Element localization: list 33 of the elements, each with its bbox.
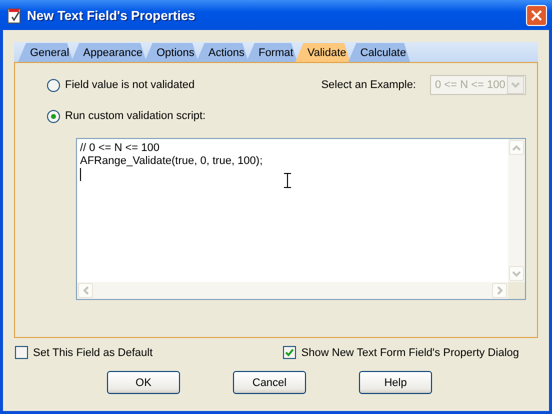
dialog-button[interactable]: OK xyxy=(107,371,180,394)
chevron-left-icon xyxy=(82,286,88,295)
radio-option[interactable]: Field value is not validated xyxy=(47,78,195,92)
code-line: AFRange_Validate(true, 0, true, 100); xyxy=(80,155,264,168)
tab[interactable]: Actions xyxy=(196,43,248,62)
close-button[interactable] xyxy=(526,4,547,26)
text-caret xyxy=(80,168,81,181)
script-editor[interactable]: // 0 <= N <= 100 AFRange_Validate(true, 0, true, 100); xyxy=(76,138,526,300)
chevron-up-icon xyxy=(512,144,521,150)
radio-option[interactable]: Run custom validation script: xyxy=(47,110,206,122)
example-label: Select an Example: xyxy=(321,79,416,91)
scrollbar-corner xyxy=(508,282,525,299)
tab[interactable]: Appearance xyxy=(71,43,146,62)
tab[interactable]: Format xyxy=(246,43,298,62)
dialog-button[interactable]: Cancel xyxy=(233,371,306,394)
checkbox-option[interactable]: Set This Field as Default xyxy=(15,346,153,359)
document-icon xyxy=(6,6,22,24)
chevron-right-icon xyxy=(496,286,502,295)
code-line: // 0 <= N <= 100 xyxy=(80,142,161,155)
tab[interactable]: Options xyxy=(144,43,198,62)
vertical-scrollbar[interactable] xyxy=(508,139,525,282)
text-cursor-icon xyxy=(284,173,291,188)
tab[interactable]: General xyxy=(18,43,74,62)
dialog-button[interactable]: Help xyxy=(359,371,432,394)
checkbox-option[interactable]: Show New Text Form Field's Property Dialog xyxy=(283,346,519,359)
close-icon xyxy=(531,10,542,20)
checkmark-icon xyxy=(285,348,294,357)
chevron-down-icon xyxy=(512,270,521,276)
chevron-down-icon xyxy=(511,82,520,88)
tab[interactable]: Calculate xyxy=(348,43,410,62)
window-title: New Text Field's Properties xyxy=(27,8,196,22)
horizontal-scrollbar[interactable] xyxy=(77,282,508,299)
tab[interactable]: Validate xyxy=(295,43,350,62)
